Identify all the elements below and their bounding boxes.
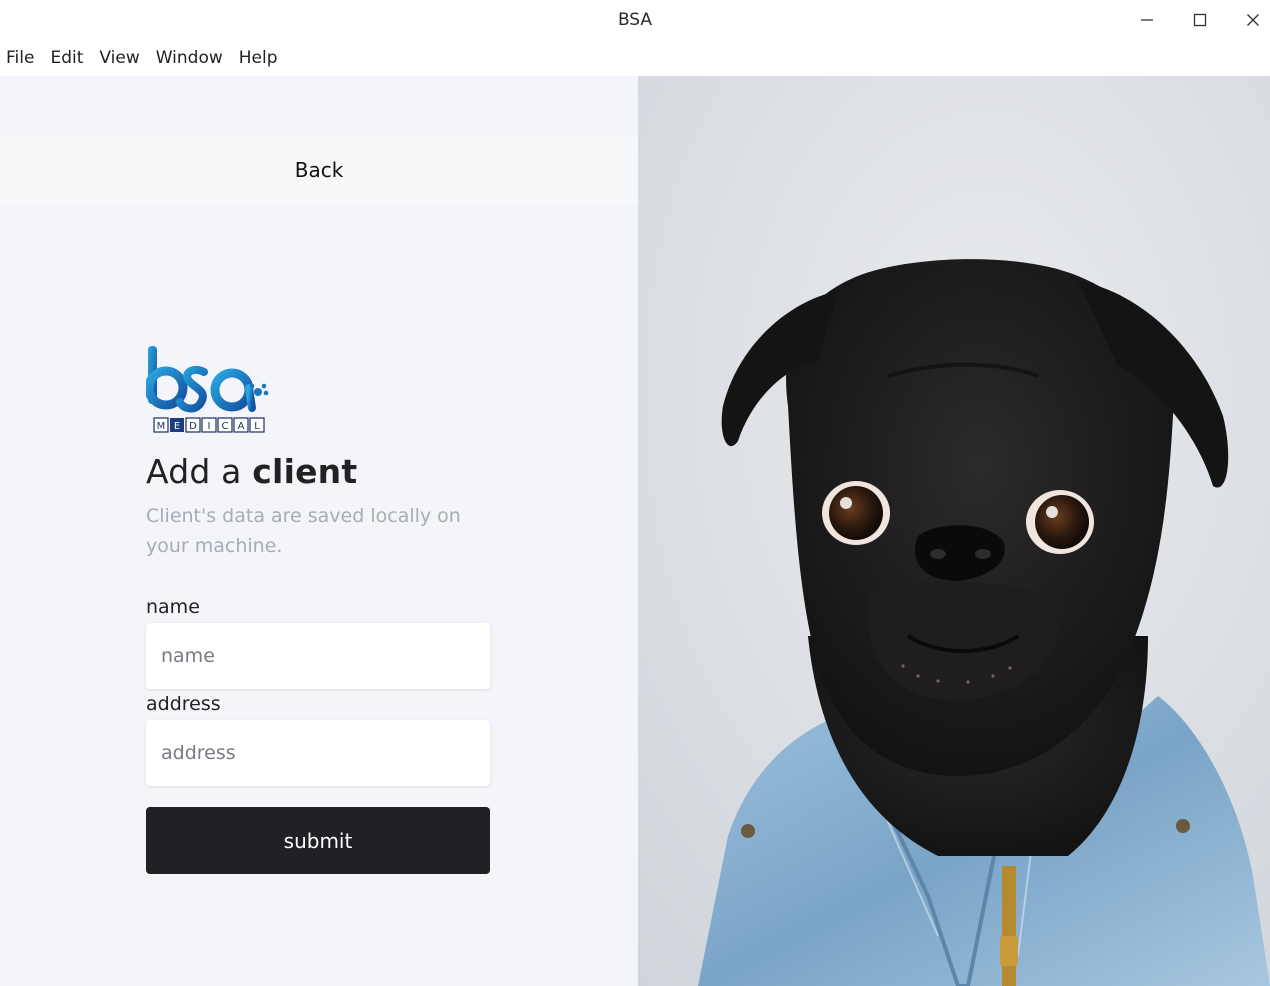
close-icon [1247,14,1259,26]
address-input[interactable] [146,720,490,786]
address-label: address [146,693,221,715]
menu-window[interactable]: Window [156,40,223,76]
add-client-form: M E D I C A L Add a client Client's data… [146,344,490,874]
svg-text:M: M [157,421,166,432]
title-bar: BSA [0,0,1270,40]
maximize-icon [1193,13,1207,27]
menu-edit[interactable]: Edit [50,40,83,76]
menu-file[interactable]: File [6,40,34,76]
svg-text:E: E [174,421,180,432]
close-button[interactable] [1227,0,1270,40]
page-title-prefix: Add a [146,452,253,491]
menu-bar: File Edit View Window Help [0,40,1270,76]
name-label: name [146,596,200,618]
menu-view[interactable]: View [99,40,139,76]
back-button[interactable]: Back [0,136,638,204]
form-pane: Back M E D I C A L Add a client Client's… [0,76,638,986]
submit-button[interactable]: submit [146,807,490,874]
name-input[interactable] [146,623,490,689]
minimize-icon [1141,19,1153,21]
pug-photo [638,76,1270,986]
page-subtitle: Client's data are saved locally on your … [146,505,461,557]
window-title: BSA [617,10,653,30]
svg-text:C: C [222,421,229,432]
menu-help[interactable]: Help [239,40,278,76]
svg-text:I: I [208,421,211,432]
page-title-bold: client [252,452,358,491]
maximize-button[interactable] [1174,0,1226,40]
svg-text:L: L [254,421,260,432]
back-label: Back [294,158,344,182]
minimize-button[interactable] [1121,0,1173,40]
svg-text:D: D [189,421,197,432]
page-title: Add a client [146,452,490,491]
svg-text:A: A [238,421,245,432]
bsa-medical-logo: M E D I C A L [146,346,269,433]
